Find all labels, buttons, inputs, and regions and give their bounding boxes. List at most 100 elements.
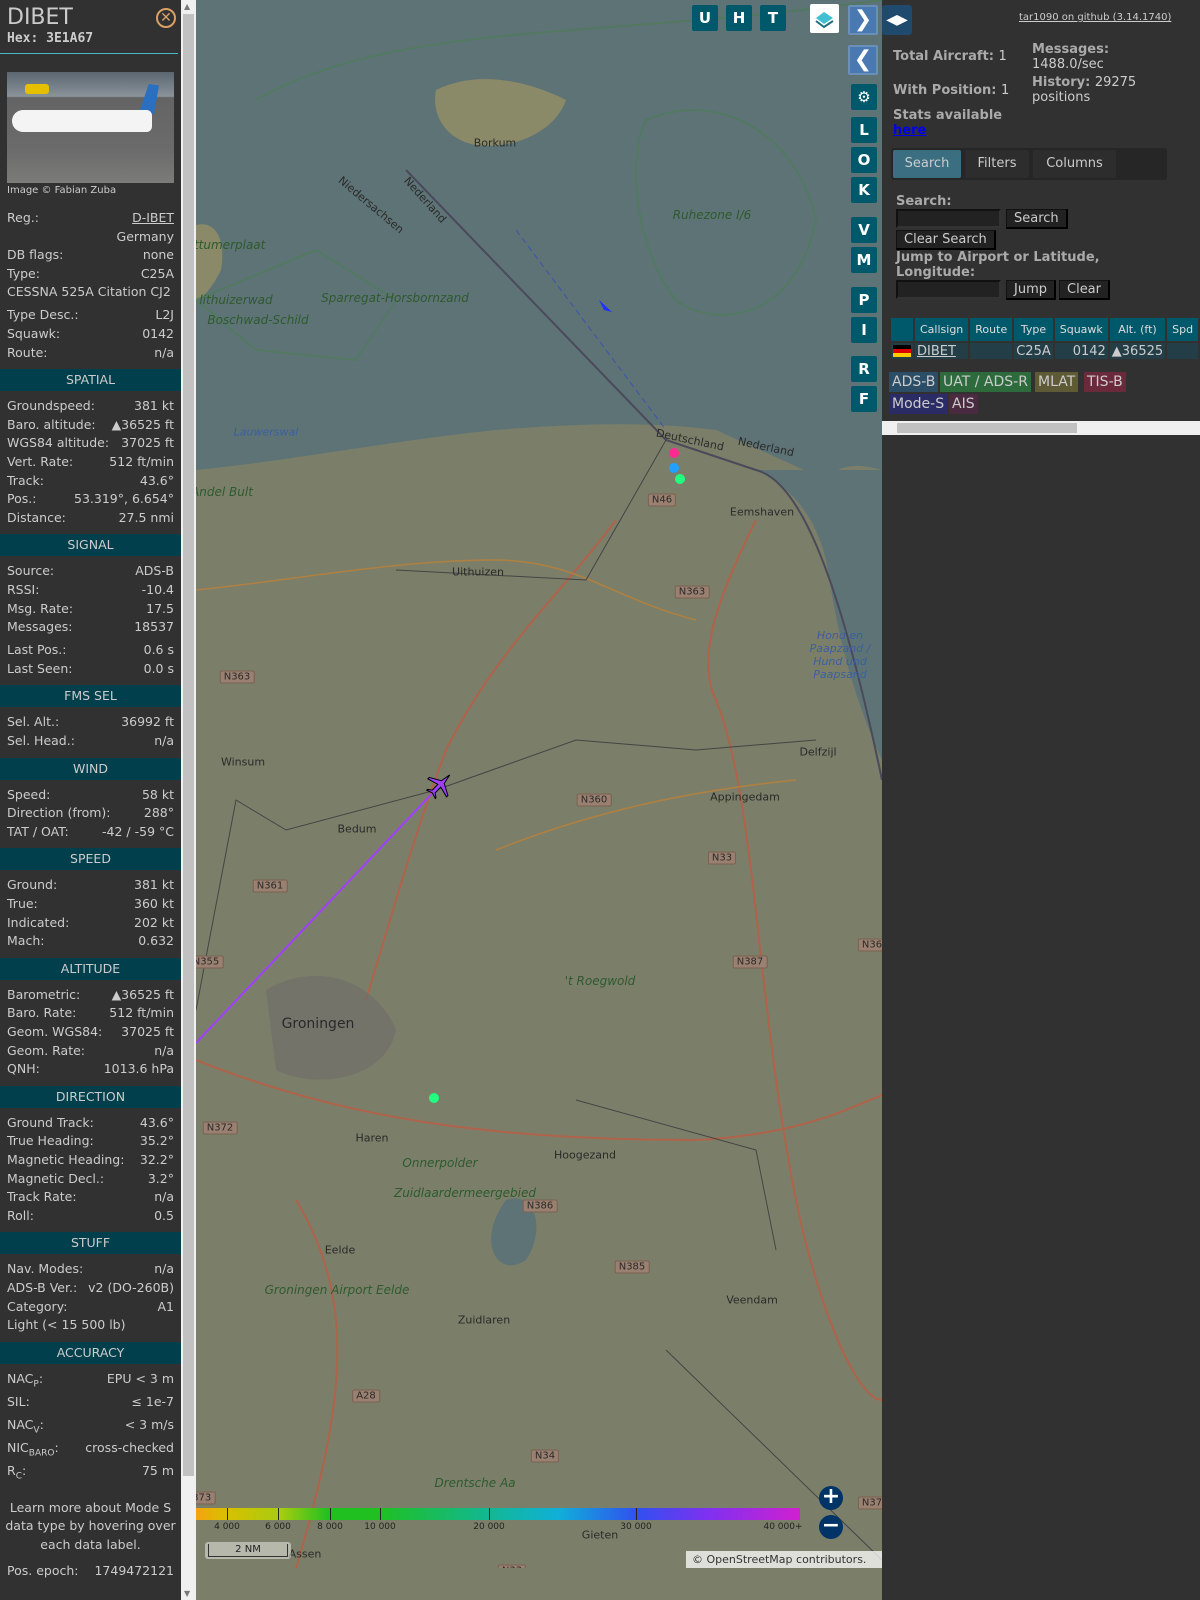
expand-collapse-icon[interactable]: ◀▶ (882, 5, 912, 35)
alt-cell: ▲36525 (1109, 341, 1166, 359)
chevron-right-icon[interactable]: ❯ (848, 5, 878, 35)
detail-row: True Heading: 35.2° (0, 1132, 181, 1151)
road-label: N36 (857, 938, 882, 952)
row-label: TAT / OAT: (7, 823, 69, 839)
source-legend-uat-ads-r[interactable]: UAT / ADS-R (940, 372, 1031, 392)
row-label: Magnetic Decl.: (7, 1170, 105, 1186)
clear-button[interactable]: Clear (1059, 280, 1110, 300)
map-button-f[interactable]: F (851, 386, 877, 412)
close-icon[interactable]: ✕ (156, 8, 176, 28)
messages-label: Messages: (1032, 42, 1110, 57)
col-type[interactable]: Type (1014, 318, 1053, 341)
map-label: Groningen Airport Eelde (264, 1283, 410, 1297)
label-subscript: BARO (28, 1448, 55, 1459)
row-label: Nav. Modes: (7, 1261, 84, 1277)
chevron-left-icon[interactable]: ❮ (848, 45, 878, 75)
map-button-k[interactable]: K (851, 177, 877, 203)
row-label: Mach: (7, 933, 45, 949)
table-row[interactable]: DIBET C25A 0142 ▲36525 (891, 341, 1199, 359)
legend-tick (489, 1508, 490, 1520)
map-label: Borkum (473, 136, 517, 150)
row-value: 3.2° (147, 1170, 174, 1186)
stats-text: Stats available (893, 108, 1003, 123)
tab-filters[interactable]: Filters (965, 150, 1029, 178)
map-label: Appingedam (710, 790, 780, 804)
legend-tick-label: 40 000+ (763, 1522, 803, 1532)
row-label: Route: (7, 344, 48, 360)
map-button-r[interactable]: R (851, 356, 877, 382)
hex-value: 3E1A67 (46, 31, 94, 46)
map-button-o[interactable]: O (851, 147, 877, 173)
layers-icon[interactable] (810, 4, 839, 33)
row-value: ADS-B (135, 563, 174, 579)
jump-button[interactable]: Jump (1006, 280, 1056, 300)
row-label: Msg. Rate: (7, 600, 74, 616)
row-value: 0.5 (154, 1207, 174, 1223)
map-label: lithuizerwad (199, 293, 273, 307)
callsign-cell[interactable]: DIBET (915, 341, 969, 359)
row-value: 58 kt (141, 786, 174, 802)
col-alt[interactable]: Alt. (ft) (1109, 318, 1166, 341)
search-input[interactable] (896, 209, 1001, 228)
col-spd[interactable]: Spd (1167, 318, 1199, 341)
map-button-v[interactable]: V (851, 217, 877, 243)
detail-hex: Hex: 3E1A67 (7, 31, 93, 46)
row-value: 381 kt (134, 877, 174, 893)
col-squawk[interactable]: Squawk (1054, 318, 1108, 341)
map-button-p[interactable]: P (851, 287, 877, 313)
row-label: Source: (7, 563, 55, 579)
table-horizontal-scrollbar[interactable] (882, 421, 1200, 435)
source-legend-mode-s[interactable]: Mode-S (889, 394, 948, 414)
receiver-marker-green-2 (429, 1093, 439, 1103)
detail-row: QNH: 1013.6 hPa (0, 1060, 181, 1079)
spd-cell (1167, 341, 1199, 359)
tab-search[interactable]: Search (893, 150, 961, 178)
history: History: 29275 positions (1032, 75, 1136, 105)
stats-link[interactable]: here (893, 123, 926, 138)
zoom-out-button[interactable]: − (819, 1515, 843, 1539)
map-button-h[interactable]: H (726, 5, 752, 31)
row-value: L2J (155, 307, 174, 323)
map-canvas (196, 0, 882, 1568)
github-link[interactable]: tar1090 on github (3.14.1740) (1019, 12, 1171, 23)
clear-search-button[interactable]: Clear Search (896, 230, 996, 250)
source-legend-ads-b[interactable]: ADS-B (889, 372, 939, 392)
tab-columns[interactable]: Columns (1033, 150, 1116, 178)
map-label: 't Roegwold (564, 974, 636, 988)
row-value[interactable]: D-IBET (132, 209, 174, 228)
jump-label: Jump to Airport or Latitude, Longitude: (896, 250, 1100, 280)
map-button-i[interactable]: I (851, 317, 877, 343)
source-legend-ais[interactable]: AIS (949, 394, 978, 414)
aircraft-photo[interactable] (7, 72, 174, 183)
photo-credit: Image © Fabian Zuba (7, 185, 117, 196)
map-button-u[interactable]: U (692, 5, 718, 31)
zoom-in-button[interactable]: + (819, 1486, 843, 1510)
road-label: N372 (202, 1121, 238, 1135)
label-subscript: P (33, 1379, 39, 1390)
map[interactable]: Borkum Ruhezone I/6 Niedersachsen Nederland… (196, 0, 882, 1568)
row-label: Indicated: (7, 914, 70, 930)
col-callsign[interactable]: Callsign (915, 318, 969, 341)
map-button-t[interactable]: T (760, 5, 786, 31)
osm-link[interactable]: OpenStreetMap (707, 1553, 793, 1566)
detail-scrollbar[interactable]: ▲ ▼ (181, 0, 196, 1600)
source-legend-mlat[interactable]: MLAT (1035, 372, 1079, 392)
detail-row: Sel. Head.: n/a (0, 732, 181, 751)
row-label: Track Rate: (7, 1189, 77, 1205)
map-button-m[interactable]: M (851, 247, 877, 273)
map-button-l[interactable]: L (851, 117, 877, 143)
detail-row: Pos.: 53.319°, 6.654° (0, 490, 181, 509)
road-label: N387 (732, 955, 768, 969)
jump-input[interactable] (896, 280, 1001, 299)
aircraft-detail-panel: DIBET Hex: 3E1A67 ✕ Image © Fabian Zuba … (0, 0, 181, 1600)
row-label: Category: (7, 1298, 68, 1314)
row-value: 512 ft/min (109, 1005, 174, 1021)
detail-row: True: 360 kt (0, 895, 181, 914)
search-button[interactable]: Search (1006, 209, 1068, 229)
col-flag[interactable] (891, 318, 913, 341)
col-route[interactable]: Route (970, 318, 1013, 341)
callsign-link[interactable]: DIBET (917, 344, 956, 359)
source-legend-tis-b[interactable]: TIS-B (1084, 372, 1126, 392)
gear-icon[interactable]: ⚙ (851, 84, 877, 110)
row-label: Type Desc.: (7, 307, 79, 323)
